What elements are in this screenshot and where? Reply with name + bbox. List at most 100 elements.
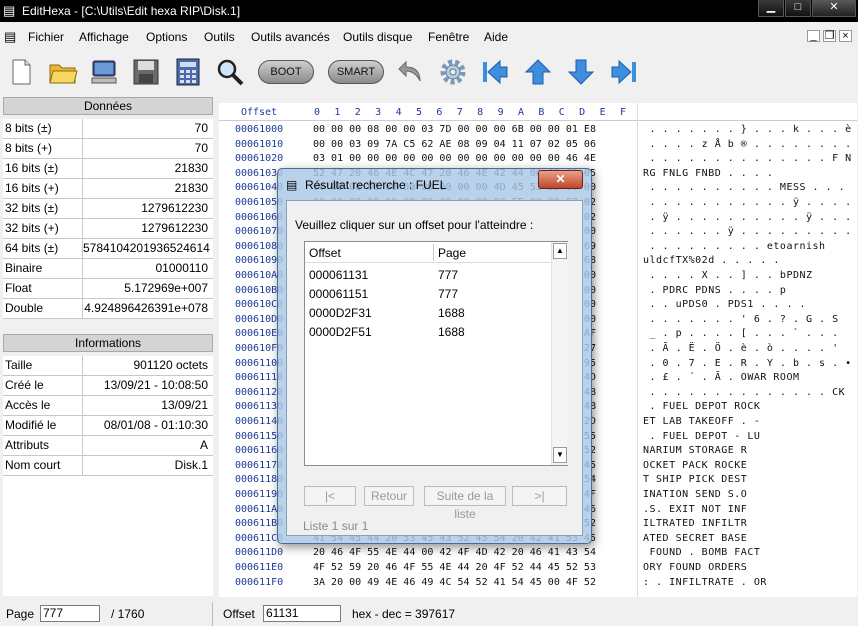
hex-row-ascii[interactable]: . . . . . . . } . . . k . . . è xyxy=(643,124,852,135)
hex-row-ascii[interactable]: . . . . z Å b ® . . . . . . . . xyxy=(643,139,852,150)
minimize-button[interactable]: ▁ xyxy=(758,0,784,17)
computer-icon[interactable] xyxy=(89,56,119,88)
menu-outils[interactable]: Outils xyxy=(204,30,235,44)
result-row[interactable]: 000061131 777 xyxy=(305,265,550,284)
col-offset-header[interactable]: Offset xyxy=(309,246,341,260)
last-page-icon[interactable] xyxy=(609,56,639,88)
boot-button[interactable]: BOOT xyxy=(258,60,314,84)
hex-row-ascii[interactable]: . . . . . . . . . . . ÿ . . . . xyxy=(643,197,852,208)
last-results-button[interactable]: >| xyxy=(512,486,567,506)
search-icon[interactable] xyxy=(215,56,245,88)
scroll-up-icon[interactable]: ▲ xyxy=(553,243,567,259)
hex-row[interactable]: 000611F0 3A 20 00 49 4E 46 49 4C 54 52 41… xyxy=(219,576,857,591)
child-restore-icon[interactable]: ❐ xyxy=(823,30,836,42)
hex-row-ascii[interactable]: OCKET PACK ROCKE xyxy=(643,460,747,471)
menu-fenetre[interactable]: Fenêtre xyxy=(428,30,469,44)
down-arrow-icon[interactable] xyxy=(566,56,596,88)
hex-row-ascii[interactable]: ATED SECRET BASE xyxy=(643,533,747,544)
menu-outils-disque[interactable]: Outils disque xyxy=(343,30,412,44)
first-results-button[interactable]: |< xyxy=(304,486,356,506)
first-page-icon[interactable] xyxy=(480,56,510,88)
result-offset[interactable]: 000061151 xyxy=(309,287,368,301)
document-icon[interactable]: ▤ xyxy=(4,29,16,45)
result-row[interactable]: 0000D2F31 1688 xyxy=(305,303,550,322)
hex-row-bytes[interactable]: 03 01 00 00 00 00 00 00 00 00 00 00 00 0… xyxy=(313,153,596,164)
gear-icon[interactable] xyxy=(438,56,468,88)
menu-outils-avances[interactable]: Outils avancés xyxy=(251,30,330,44)
scroll-down-icon[interactable]: ▼ xyxy=(553,447,567,463)
result-page[interactable]: 777 xyxy=(438,287,458,301)
results-scrollbar[interactable]: ▲ ▼ xyxy=(551,242,568,465)
hex-row-ascii[interactable]: . . . . . . . . . . . . . . CK xyxy=(643,387,845,398)
hex-row-ascii[interactable]: : . INFILTRATE . OR xyxy=(643,577,767,588)
dialog-close-button[interactable]: ✕ xyxy=(538,170,583,189)
result-page[interactable]: 1688 xyxy=(438,306,465,320)
hex-row-ascii[interactable]: . . . . . . . ' 6 . ? . G . S xyxy=(643,314,839,325)
results-list[interactable]: Offset Page 000061131 777 000061151 777 0000… xyxy=(304,241,568,466)
undo-icon[interactable] xyxy=(396,56,426,88)
result-offset[interactable]: 000061131 xyxy=(309,268,368,282)
menu-options[interactable]: Options xyxy=(146,30,187,44)
result-row[interactable]: 0000D2F51 1688 xyxy=(305,322,550,341)
page-input[interactable]: 777 xyxy=(40,605,100,622)
menu-affichage[interactable]: Affichage xyxy=(79,30,129,44)
result-offset[interactable]: 0000D2F31 xyxy=(309,306,372,320)
hex-row-ascii[interactable]: . £ . ´ . Ã . OWAR ROOM xyxy=(643,372,800,383)
hex-row-ascii[interactable]: INATION SEND S.O xyxy=(643,489,747,500)
menu-fichier[interactable]: Fichier xyxy=(28,30,64,44)
hex-column-header: C xyxy=(558,107,565,118)
hex-row[interactable]: 00061000 00 00 00 08 00 00 03 7D 00 00 00… xyxy=(219,123,857,138)
new-file-icon[interactable] xyxy=(6,56,36,88)
open-folder-icon[interactable] xyxy=(48,56,78,88)
hex-row-ascii[interactable]: ILTRATED INFILTR xyxy=(643,518,747,529)
hex-row-ascii[interactable]: . 0 . 7 . E . R . Y . b . s . • xyxy=(643,358,852,369)
previous-results-button[interactable]: Retour xyxy=(364,486,414,506)
hex-row-ascii[interactable]: . . . . . . ÿ . . . . . . . . . xyxy=(643,226,852,237)
menu-aide[interactable]: Aide xyxy=(484,30,508,44)
up-arrow-icon[interactable] xyxy=(523,56,553,88)
result-page[interactable]: 777 xyxy=(438,268,458,282)
close-button[interactable]: ✕ xyxy=(812,0,856,17)
hex-row[interactable]: 00061020 03 01 00 00 00 00 00 00 00 00 00… xyxy=(219,152,857,167)
result-page[interactable]: 1688 xyxy=(438,325,465,339)
hex-row-ascii[interactable]: . Ã . Ë . Ö . è . ò . . . . ' xyxy=(643,343,839,354)
hex-row-ascii[interactable]: . . . . . . . . . . MESS . . . xyxy=(643,182,845,193)
hex-row[interactable]: 000611D0 20 46 4F 55 4E 44 00 42 4F 4D 42… xyxy=(219,546,857,561)
hex-row-ascii[interactable]: . . . . X . . ] . . bPDNZ xyxy=(643,270,813,281)
hex-row[interactable]: 000611E0 4F 52 59 20 46 4F 55 4E 44 20 4F… xyxy=(219,561,857,576)
maximize-button[interactable]: □ xyxy=(785,0,811,17)
hex-row-bytes[interactable]: 00 00 03 09 7A C5 62 AE 08 09 04 11 07 0… xyxy=(313,139,596,150)
result-offset[interactable]: 0000D2F51 xyxy=(309,325,372,339)
hex-row-ascii[interactable]: .S. EXIT NOT INF xyxy=(643,504,747,515)
hex-row-bytes[interactable]: 20 46 4F 55 4E 44 00 42 4F 4D 42 20 46 4… xyxy=(313,547,596,558)
calculator-icon[interactable] xyxy=(173,56,203,88)
hex-row-bytes[interactable]: 4F 52 59 20 46 4F 55 4E 44 20 4F 52 44 4… xyxy=(313,562,596,573)
hex-row[interactable]: 00061010 00 00 03 09 7A C5 62 AE 08 09 04… xyxy=(219,138,857,153)
hex-row-ascii[interactable]: ET LAB TAKEOFF . - xyxy=(643,416,760,427)
offset-input[interactable]: 61131 xyxy=(263,605,341,622)
hex-row-ascii[interactable]: . PDRC PDNS . . . . p xyxy=(643,285,786,296)
child-close-icon[interactable]: × xyxy=(839,30,852,42)
hex-row-ascii[interactable]: . . . . . . . . . . . . . . F N xyxy=(643,153,852,164)
hex-row-ascii[interactable]: NARIUM STORAGE R xyxy=(643,445,747,456)
hex-row-bytes[interactable]: 3A 20 00 49 4E 46 49 4C 54 52 41 54 45 0… xyxy=(313,577,596,588)
hex-row-ascii[interactable]: T SHIP PICK DEST xyxy=(643,474,747,485)
hex-row-bytes[interactable]: 00 00 00 08 00 00 03 7D 00 00 00 6B 00 0… xyxy=(313,124,596,135)
hex-row-ascii[interactable]: . ÿ . . . . . . . . . . ÿ . . . xyxy=(643,212,852,223)
next-results-button[interactable]: Suite de la liste xyxy=(424,486,506,521)
col-page-header[interactable]: Page xyxy=(438,246,466,260)
hex-row-ascii[interactable]: ORY FOUND ORDERS xyxy=(643,562,747,573)
hex-row-ascii[interactable]: _ . p . . . . [ . . . ` . . . xyxy=(643,328,839,339)
save-icon[interactable] xyxy=(131,56,161,88)
hex-row-ascii[interactable]: RG FNLG FNBD . . . . xyxy=(643,168,773,179)
hex-row-ascii[interactable]: . FUEL DEPOT ROCK xyxy=(643,401,760,412)
hex-row-ascii[interactable]: . . uPDS0 . PDS1 . . . . xyxy=(643,299,806,310)
hex-row-ascii[interactable]: uldcfTX%02d . . . . . xyxy=(643,255,780,266)
child-minimize-icon[interactable]: _ xyxy=(807,30,820,42)
smart-button[interactable]: SMART xyxy=(328,60,384,84)
result-row[interactable]: 000061151 777 xyxy=(305,284,550,303)
hex-row-ascii[interactable]: . . . . . . . . . etoarnish xyxy=(643,241,826,252)
hex-row-ascii[interactable]: FOUND . BOMB FACT xyxy=(643,547,760,558)
hex-row-ascii[interactable]: . FUEL DEPOT - LU xyxy=(643,431,760,442)
column-divider[interactable] xyxy=(433,244,434,261)
